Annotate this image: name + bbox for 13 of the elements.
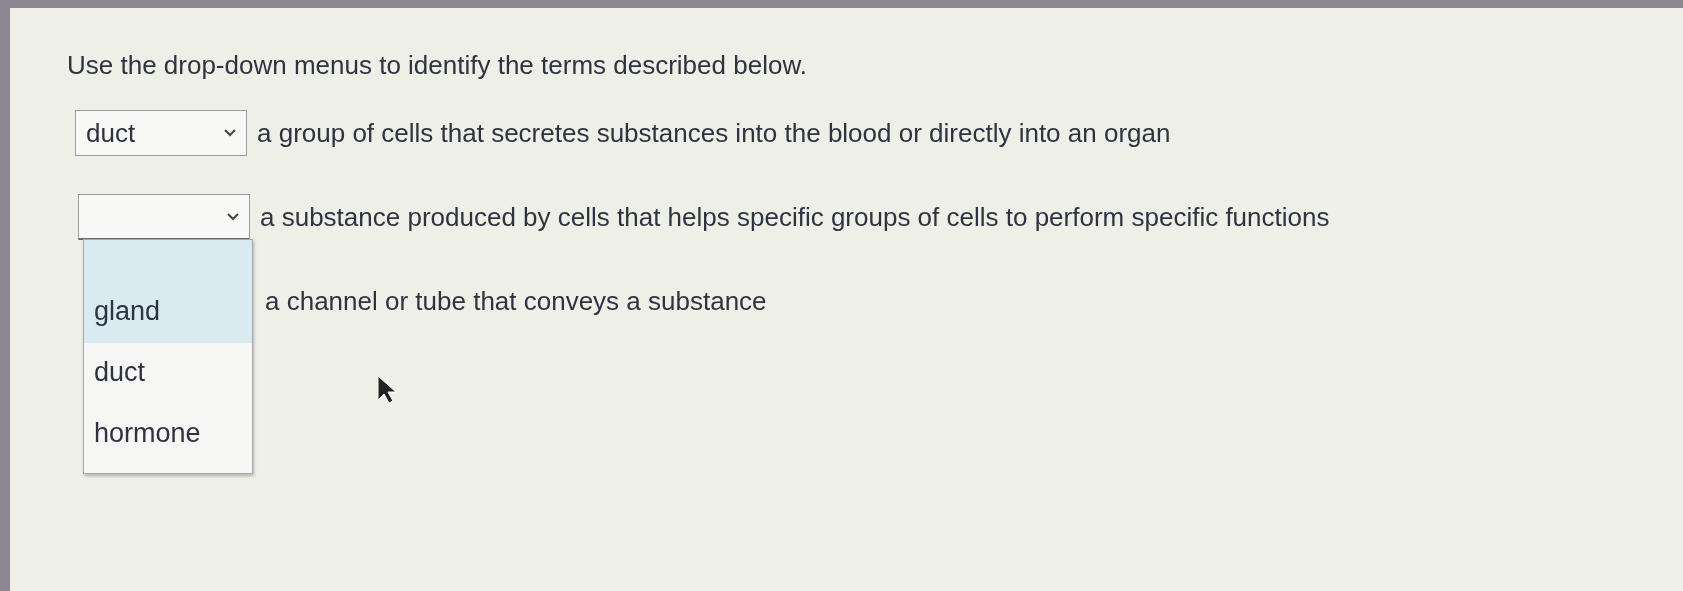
- caret-icon: [227, 212, 239, 221]
- term-description: a channel or tube that conveys a substance: [265, 285, 767, 317]
- dropdown-option[interactable]: hormone: [84, 404, 252, 465]
- term-description: a group of cells that secretes substances into the blood or directly into an organ: [257, 117, 1171, 149]
- dropdown[interactable]: [78, 194, 250, 240]
- dropdown-value: duct: [86, 117, 136, 149]
- instruction-text: Use the drop-down menus to identify the terms described below.: [67, 50, 808, 81]
- dropdown-option[interactable]: gland: [84, 240, 252, 343]
- mouse-cursor-icon: [377, 375, 399, 405]
- term-description: a substance produced by cells that helps specific groups of cells to perform specific functions: [260, 201, 1330, 233]
- dropdown[interactable]: duct: [75, 110, 247, 156]
- dropdown-option[interactable]: duct: [84, 343, 252, 404]
- caret-icon: [224, 129, 236, 137]
